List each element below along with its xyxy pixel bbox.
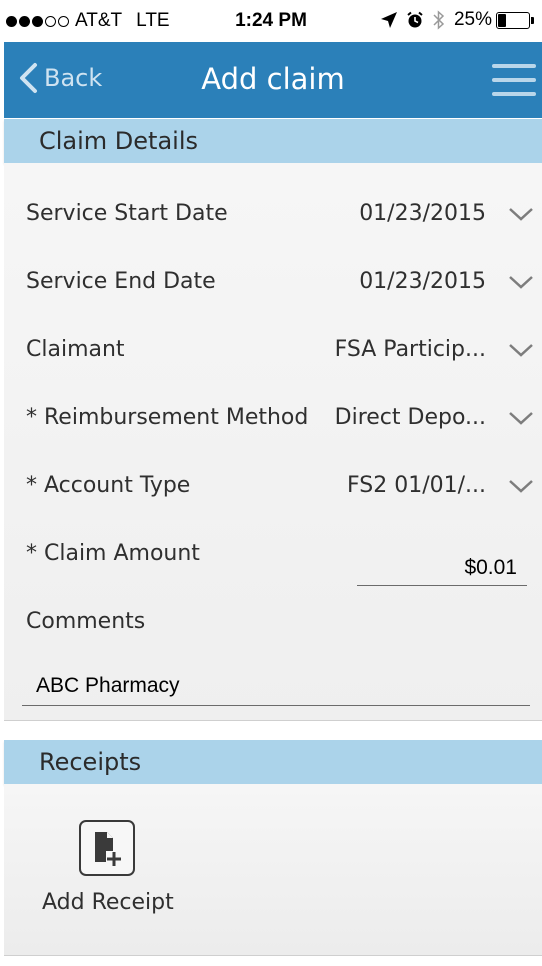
back-button[interactable]: Back <box>18 62 102 94</box>
battery-tip <box>531 16 534 24</box>
service-end-date-picker[interactable]: Service End Date 01/23/2015 <box>4 263 542 303</box>
bluetooth-icon <box>432 10 446 30</box>
field-value: Direct Depo... <box>334 405 486 430</box>
claim-details-header: Claim Details <box>4 119 542 163</box>
receipts-panel: Add Receipt <box>4 784 542 956</box>
menu-line <box>492 92 536 96</box>
chevron-down-icon <box>509 208 533 221</box>
status-bar: AT&T LTE 1:24 PM 25% <box>0 0 542 42</box>
chevron-down-icon <box>509 276 533 289</box>
chevron-down-icon <box>509 480 533 493</box>
battery-icon <box>496 11 534 29</box>
field-label: Service End Date <box>26 269 216 294</box>
menu-line <box>492 78 536 82</box>
chevron-left-icon <box>20 63 37 93</box>
chevron-down-icon <box>509 344 533 357</box>
receipts-header: Receipts <box>4 740 542 784</box>
section-gap <box>0 722 542 740</box>
claim-amount-label: * Claim Amount <box>26 541 200 566</box>
location-arrow-icon <box>380 11 398 29</box>
add-receipt-label: Add Receipt <box>42 890 174 915</box>
status-right: 25% <box>380 9 534 31</box>
add-document-icon <box>79 820 135 876</box>
field-label: Service Start Date <box>26 201 228 226</box>
navigation-bar: Back Add claim <box>4 42 542 118</box>
hamburger-icon[interactable] <box>492 62 536 98</box>
field-value: FSA Particip... <box>334 337 486 362</box>
chevron-down-icon <box>509 412 533 425</box>
battery-body <box>496 11 530 29</box>
claim-details-form: Service Start Date 01/23/2015 Service En… <box>4 163 542 721</box>
claim-amount-input[interactable] <box>357 550 527 586</box>
alarm-clock-icon <box>406 11 424 29</box>
field-value: 01/23/2015 <box>359 269 486 294</box>
battery-percent: 25% <box>453 9 492 30</box>
service-start-date-picker[interactable]: Service Start Date 01/23/2015 <box>4 195 542 235</box>
comments-row: Comments <box>4 603 542 643</box>
add-receipt-button[interactable]: Add Receipt <box>42 820 174 920</box>
menu-line <box>492 64 536 68</box>
back-button-label: Back <box>44 64 103 92</box>
field-label: * Reimbursement Method <box>26 405 309 430</box>
field-value: 01/23/2015 <box>359 201 486 226</box>
field-label: Claimant <box>26 337 125 362</box>
battery-fill <box>498 13 506 27</box>
reimbursement-method-select[interactable]: * Reimbursement Method Direct Depo... <box>4 399 542 439</box>
field-value: FS2 01/01/... <box>346 473 486 498</box>
claimant-select[interactable]: Claimant FSA Particip... <box>4 331 542 371</box>
comments-input[interactable] <box>22 666 530 706</box>
field-label: * Account Type <box>26 473 191 498</box>
account-type-select[interactable]: * Account Type FS2 01/01/... <box>4 467 542 507</box>
comments-label: Comments <box>26 609 146 634</box>
